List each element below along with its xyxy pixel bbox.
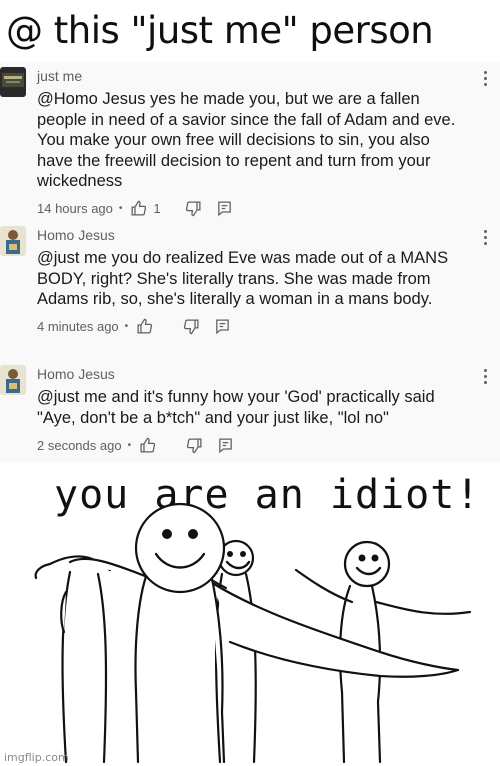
- thumbs-up-icon: [131, 200, 147, 216]
- separator-dot: •: [124, 321, 129, 332]
- dislike-button[interactable]: [186, 437, 203, 454]
- thumbs-down-icon: [186, 437, 202, 453]
- comment-time[interactable]: 2 seconds ago: [37, 438, 122, 453]
- comment-text: @just me you do realized Eve was made ou…: [37, 249, 449, 308]
- separator-dot: •: [127, 439, 132, 451]
- more-vertical-icon[interactable]: [484, 369, 488, 387]
- comment-time[interactable]: 14 hours ago: [37, 201, 113, 216]
- watermark: imgflip.com: [4, 751, 69, 764]
- avatar[interactable]: [0, 226, 26, 256]
- reply-icon: [219, 437, 232, 453]
- comment-actions: 14 hours ago • 1: [37, 198, 470, 220]
- dislike-button[interactable]: [183, 318, 200, 335]
- thumbs-up-icon: [137, 318, 153, 334]
- dislike-button[interactable]: [185, 200, 202, 217]
- like-button[interactable]: 1: [130, 200, 170, 217]
- comment-author[interactable]: Homo Jesus: [37, 226, 470, 244]
- reply-button[interactable]: [216, 200, 233, 217]
- comment-author[interactable]: just me: [37, 67, 470, 85]
- thumbs-down-icon: [184, 319, 199, 335]
- reply-icon: [217, 201, 231, 217]
- comments-section: just me @Homo Jesus yes he made you, but…: [0, 62, 500, 462]
- avatar[interactable]: [0, 67, 26, 97]
- more-vertical-icon[interactable]: [484, 230, 488, 248]
- like-button[interactable]: [139, 437, 172, 454]
- reply-button[interactable]: [217, 437, 234, 454]
- reply-icon: [216, 319, 229, 335]
- thumbs-down-icon: [185, 201, 201, 217]
- like-button[interactable]: [136, 318, 169, 335]
- avatar[interactable]: [0, 365, 26, 395]
- comment-actions: 4 minutes ago •: [37, 316, 470, 338]
- comment-time[interactable]: 4 minutes ago: [37, 319, 119, 334]
- like-count: 1: [153, 201, 161, 216]
- separator-dot: •: [118, 203, 123, 214]
- comment-text: @just me and it's funny how your 'God' p…: [37, 388, 435, 427]
- comment-text: @Homo Jesus yes he made you, but we are …: [37, 90, 456, 190]
- comment-author[interactable]: Homo Jesus: [37, 365, 470, 383]
- dancing-stick-figures-illustration: [34, 502, 472, 764]
- thumbs-up-icon: [140, 437, 156, 453]
- meme-caption: @ this "just me" person: [0, 0, 500, 62]
- more-vertical-icon[interactable]: [484, 71, 488, 89]
- comment-actions: 2 seconds ago •: [37, 434, 470, 456]
- meme-image: you are an idiot! imgflip.com: [0, 462, 500, 766]
- reply-button[interactable]: [214, 318, 231, 335]
